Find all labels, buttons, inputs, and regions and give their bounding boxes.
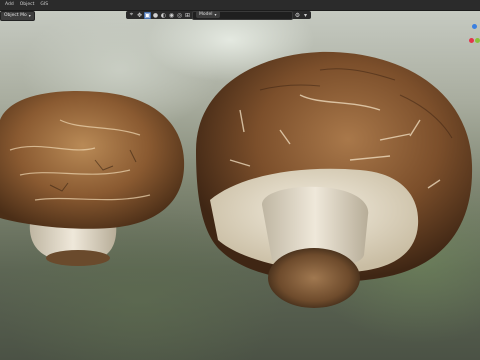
gear-icon[interactable]: ⚙ [294, 12, 301, 19]
transform-icon[interactable]: ✥ [136, 12, 143, 19]
chevron-down-icon: ▾ [214, 12, 217, 17]
solid-shading-icon[interactable]: ● [152, 12, 159, 19]
overlay-icon[interactable]: ◎ [176, 12, 183, 19]
select-box-icon[interactable]: ▣ [144, 11, 151, 19]
view-select[interactable]: Model ▾ [196, 11, 220, 18]
menu-add[interactable]: Add [2, 0, 17, 10]
menu-object[interactable]: Object [17, 0, 38, 10]
axis-x-icon[interactable] [469, 38, 474, 43]
view-label: Model [199, 12, 213, 17]
axis-y-icon[interactable] [475, 38, 480, 43]
cursor-icon[interactable]: ⌖ [128, 11, 135, 19]
chevron-down-icon: ▾ [28, 13, 31, 18]
rendered-shading-icon[interactable]: ◉ [168, 12, 175, 19]
mushrooms-render [0, 51, 473, 308]
filter-icon[interactable]: ▾ [302, 12, 309, 19]
material-shading-icon[interactable]: ◐ [160, 12, 167, 19]
mode-select[interactable]: Object Mo ▾ [0, 11, 35, 21]
right-mushroom [196, 51, 473, 308]
snap-icon[interactable]: ⊞ [184, 12, 191, 19]
menu: Add Object GIS [2, 0, 51, 10]
navigation-gizmo[interactable] [468, 22, 480, 52]
3d-viewport[interactable]: Add Object GIS Object Mo ▾ ⌖ ✥ ▣ ● ◐ ◉ ◎… [0, 0, 480, 360]
left-mushroom [0, 90, 185, 266]
menu-gis[interactable]: GIS [37, 0, 51, 10]
viewport-header: Object Mo ▾ ⌖ ✥ ▣ ● ◐ ◉ ◎ ⊞ ⌕ Search ⚙ ▾… [0, 10, 480, 21]
mode-label: Object Mo [4, 13, 27, 18]
axis-z-icon[interactable] [472, 24, 477, 29]
